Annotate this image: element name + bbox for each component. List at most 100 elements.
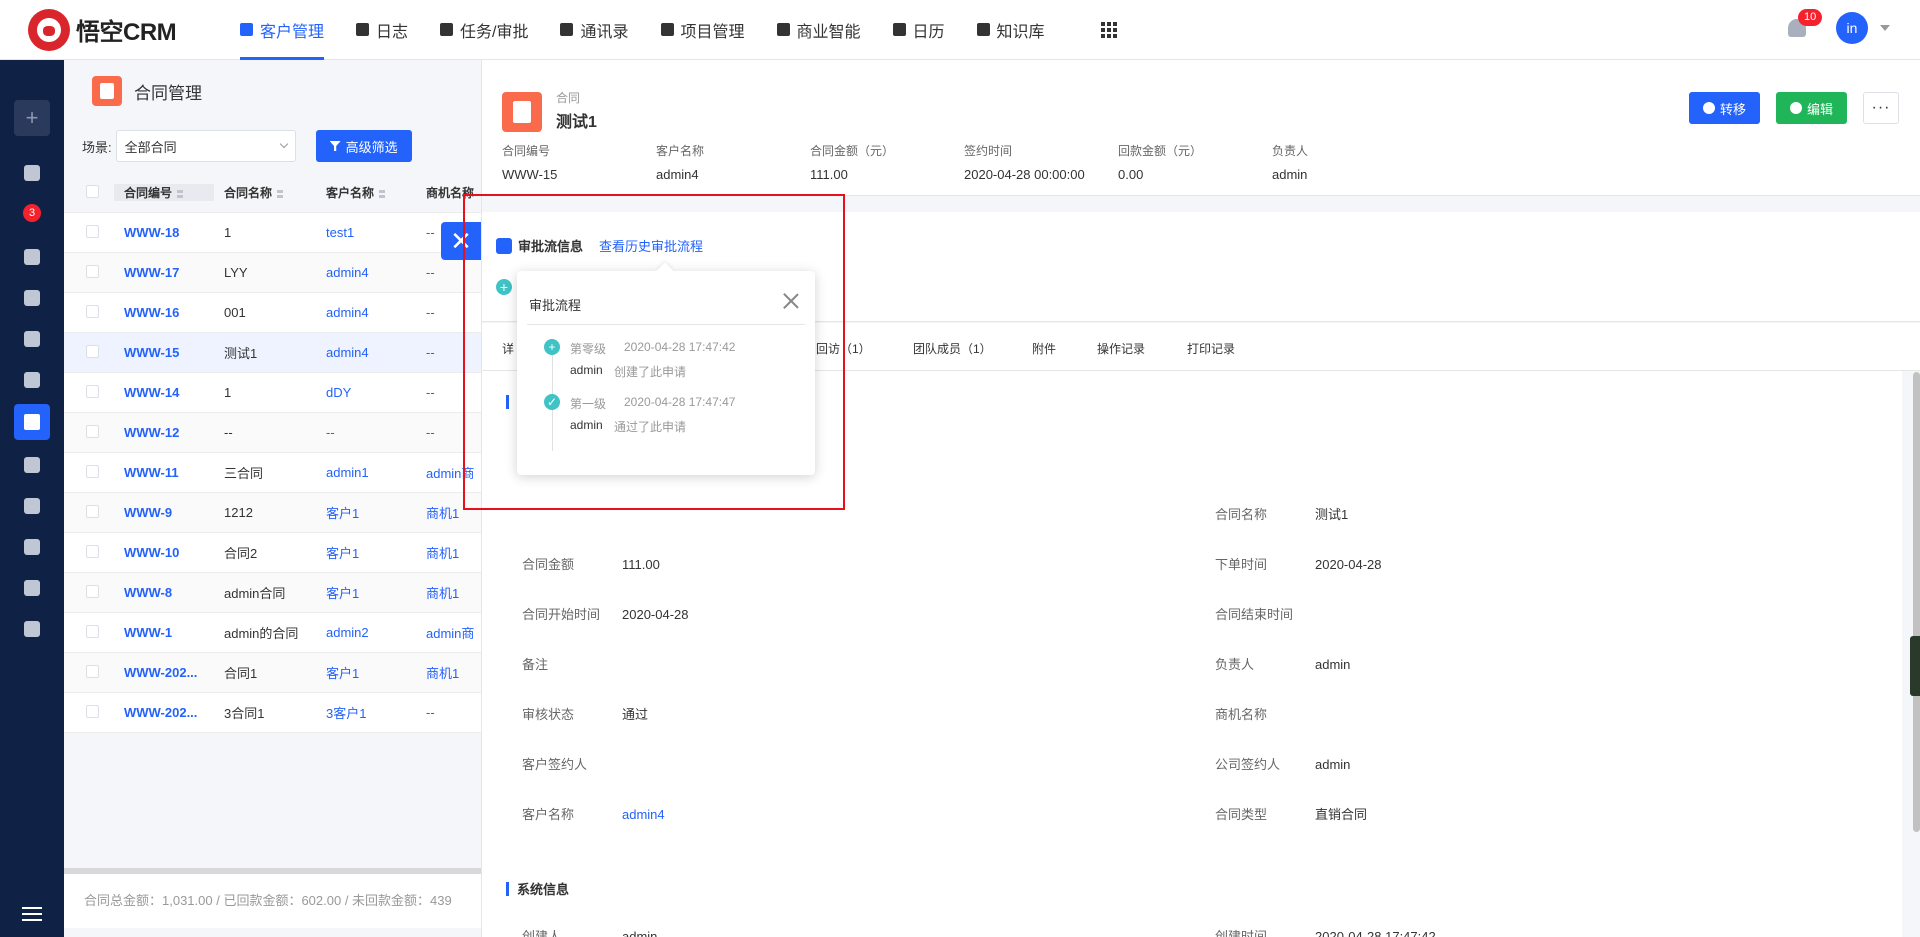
quick-add-button[interactable]: + — [14, 100, 50, 136]
contract-number-link[interactable]: WWW-1 — [114, 625, 214, 640]
sort-icon[interactable] — [177, 189, 184, 198]
table-row[interactable]: WWW-18 1 test1 -- — [64, 213, 494, 253]
nav-knowledge[interactable]: 知识库 — [961, 0, 1061, 60]
edit-button[interactable]: 编辑 — [1775, 92, 1847, 124]
contract-number-link[interactable]: WWW-18 — [114, 225, 214, 240]
contract-number-link[interactable]: WWW-11 — [114, 465, 214, 480]
home-icon[interactable] — [24, 539, 40, 555]
transfer-button[interactable]: 转移 — [1688, 92, 1760, 124]
table-row[interactable]: WWW-10 合同2 客户1 商机1 — [64, 533, 494, 573]
row-checkbox[interactable] — [86, 624, 99, 638]
sidebar-badge[interactable]: 3 — [23, 204, 41, 222]
row-checkbox[interactable] — [86, 224, 99, 238]
table-row[interactable]: WWW-202... 3合同1 3客户1 -- — [64, 693, 494, 733]
tab-team[interactable]: 团队成员（1） — [913, 340, 992, 357]
nav-task[interactable]: 任务/审批 — [424, 0, 544, 60]
contract-number-link[interactable]: WWW-17 — [114, 265, 214, 280]
contract-number-link[interactable]: WWW-8 — [114, 585, 214, 600]
customer-link[interactable]: test1 — [316, 225, 416, 240]
contact-card-icon[interactable] — [24, 331, 40, 347]
contract-nav-button[interactable] — [14, 404, 50, 440]
select-all-checkbox[interactable] — [86, 184, 99, 198]
contract-number-link[interactable]: WWW-202... — [114, 665, 214, 680]
bell-icon[interactable]: 10 — [1788, 9, 1823, 37]
customer-link[interactable]: 客户1 — [316, 663, 416, 682]
customer-link[interactable]: admin4 — [316, 265, 416, 280]
invoice-icon[interactable] — [24, 498, 40, 514]
contract-number-link[interactable]: WWW-16 — [114, 305, 214, 320]
contract-number-link[interactable]: WWW-9 — [114, 505, 214, 520]
field-customer-signer: 客户签约人 — [522, 757, 588, 772]
leads-icon[interactable] — [24, 249, 40, 265]
column-header[interactable]: 合同名称 — [214, 184, 316, 201]
row-checkbox[interactable] — [86, 424, 99, 438]
contract-number-link[interactable]: WWW-202... — [114, 705, 214, 720]
column-header[interactable]: 客户名称 — [316, 184, 416, 201]
column-header[interactable]: 合同编号 — [114, 184, 214, 201]
nav-log[interactable]: 日志 — [340, 0, 424, 60]
contract-number-link[interactable]: WWW-10 — [114, 545, 214, 560]
money-bag-icon[interactable] — [24, 457, 40, 473]
table-row[interactable]: WWW-17 LYY admin4 -- — [64, 253, 494, 293]
customer-building-icon[interactable] — [24, 290, 40, 306]
contract-number-link[interactable]: WWW-14 — [114, 385, 214, 400]
customer-link[interactable]: 客户1 — [316, 543, 416, 562]
customer-link[interactable]: 客户1 — [316, 503, 416, 522]
detail-scrollbar[interactable] — [1913, 372, 1920, 832]
tab-print-log[interactable]: 打印记录 — [1187, 340, 1235, 357]
nav-calendar[interactable]: 日历 — [877, 0, 961, 60]
row-checkbox[interactable] — [86, 304, 99, 318]
table-row[interactable]: WWW-15 测试1 admin4 -- — [64, 333, 494, 373]
customer-link[interactable]: admin2 — [316, 625, 416, 640]
table-row[interactable]: WWW-202... 合同1 客户1 商机1 — [64, 653, 494, 693]
more-button[interactable]: ··· — [1863, 92, 1899, 124]
collapse-menu-icon[interactable] — [22, 907, 42, 921]
row-checkbox[interactable] — [86, 464, 99, 478]
customer-link[interactable]: admin4 — [316, 305, 416, 320]
sort-icon[interactable] — [379, 189, 386, 198]
customer-link[interactable]: admin4 — [316, 345, 416, 360]
avatar[interactable]: in — [1836, 12, 1868, 44]
contract-number-link[interactable]: WWW-15 — [114, 345, 214, 360]
sort-icon[interactable] — [277, 189, 284, 198]
row-checkbox[interactable] — [86, 544, 99, 558]
customer-link[interactable]: 客户1 — [316, 583, 416, 602]
row-checkbox[interactable] — [86, 584, 99, 598]
row-checkbox[interactable] — [86, 384, 99, 398]
row-checkbox[interactable] — [86, 344, 99, 358]
table-row[interactable]: WWW-12 -- -- -- — [64, 413, 494, 453]
tab-attachments[interactable]: 附件 — [1032, 340, 1056, 357]
product-box-icon[interactable] — [24, 580, 40, 596]
customer-link[interactable]: 3客户1 — [316, 703, 416, 722]
table-row[interactable]: WWW-8 admin合同 客户1 商机1 — [64, 573, 494, 613]
field-contract-amount: 合同金额 111.00 — [522, 557, 660, 572]
row-checkbox[interactable] — [86, 704, 99, 718]
row-checkbox[interactable] — [86, 264, 99, 278]
dashboard-icon[interactable] — [24, 165, 40, 181]
customer-link[interactable]: -- — [316, 425, 416, 440]
customer-link[interactable]: admin1 — [316, 465, 416, 480]
row-checkbox[interactable] — [86, 664, 99, 678]
apps-grid-button[interactable] — [1061, 0, 1149, 60]
side-handle[interactable] — [1910, 636, 1920, 696]
nav-customer[interactable]: 客户管理 — [224, 0, 340, 60]
tab-operation-log[interactable]: 操作记录 — [1097, 340, 1145, 357]
table-row[interactable]: WWW-11 三合同 admin1 admin商 — [64, 453, 494, 493]
row-checkbox[interactable] — [86, 504, 99, 518]
field-owner: 负责人 admin — [1215, 657, 1351, 672]
customer-link[interactable]: dDY — [316, 385, 416, 400]
contract-number-link[interactable]: WWW-12 — [114, 425, 214, 440]
scene-select[interactable]: 全部合同 — [115, 130, 296, 162]
advanced-filter-button[interactable]: 高级筛选 — [315, 130, 412, 162]
nav-contacts[interactable]: 通讯录 — [544, 0, 644, 60]
table-row[interactable]: WWW-9 1212 客户1 商机1 — [64, 493, 494, 533]
table-row[interactable]: WWW-16 001 admin4 -- — [64, 293, 494, 333]
nav-project[interactable]: 项目管理 — [645, 0, 761, 60]
dollar-icon[interactable] — [24, 372, 40, 388]
app-logo[interactable]: 悟空CRM — [28, 8, 208, 51]
nav-bi[interactable]: 商业智能 — [761, 0, 877, 60]
table-row[interactable]: WWW-14 1 dDY -- — [64, 373, 494, 413]
table-row[interactable]: WWW-1 admin的合同 admin2 admin商 — [64, 613, 494, 653]
send-icon[interactable] — [24, 621, 40, 637]
chevron-down-icon[interactable] — [1880, 25, 1890, 31]
